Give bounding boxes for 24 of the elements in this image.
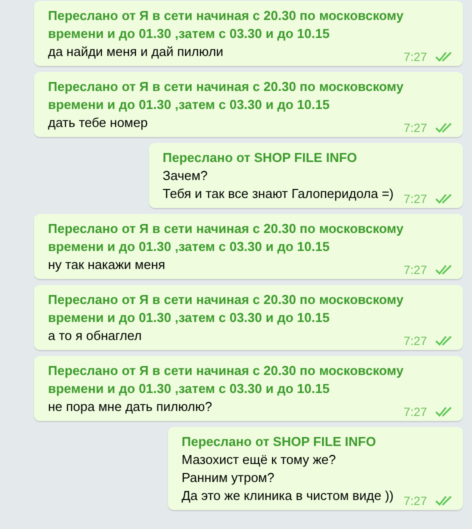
message-text: да найди меня и дай пилюли (48, 43, 224, 61)
message-time: 7:27 (404, 120, 427, 136)
message-time: 7:27 (404, 49, 427, 65)
message-text: Ранним утром? (182, 469, 276, 487)
message-time: 7:27 (404, 404, 427, 420)
message-text: Мазохист ещё к тому же? (182, 451, 337, 469)
message-text: дать тебе номер (48, 114, 148, 132)
message-time: 7:27 (404, 191, 427, 207)
message-text: Тебя и так все знают Галоперидола =) (162, 185, 394, 203)
message-text: Зачем? (162, 167, 209, 185)
message-text: а то я обнаглел (48, 327, 142, 345)
message-text: не пора мне дать пилюлю? (48, 398, 212, 416)
message-text: Да это же клиника в чистом виде )) (182, 487, 394, 505)
forwarded-header[interactable]: Переслано от Я в сети начиная с 20.30 по московскому времени и до 01.30 ,затем с 03.30 и до 10.15 (48, 78, 453, 114)
message-text: ну так накажи меня (48, 256, 166, 274)
forwarded-header[interactable]: Переслано от SHOP FILE INFO (182, 433, 453, 451)
message-time: 7:27 (404, 262, 427, 278)
forwarded-header[interactable]: Переслано от SHOP FILE INFO (162, 149, 453, 167)
message-time: 7:27 (404, 493, 427, 509)
forwarded-header[interactable]: Переслано от Я в сети начиная с 20.30 по московскому времени и до 01.30 ,затем с 03.30 и до 10.15 (48, 220, 453, 256)
forwarded-header[interactable]: Переслано от Я в сети начиная с 20.30 по московскому времени и до 01.30 ,затем с 03.30 и до 10.15 (48, 291, 453, 327)
message-time: 7:27 (404, 333, 427, 349)
forwarded-header[interactable]: Переслано от Я в сети начиная с 20.30 по московскому времени и до 01.30 ,затем с 03.30 и до 10.15 (48, 7, 453, 43)
forwarded-header[interactable]: Переслано от Я в сети начиная с 20.30 по московскому времени и до 01.30 ,затем с 03.30 и до 10.15 (48, 362, 453, 398)
